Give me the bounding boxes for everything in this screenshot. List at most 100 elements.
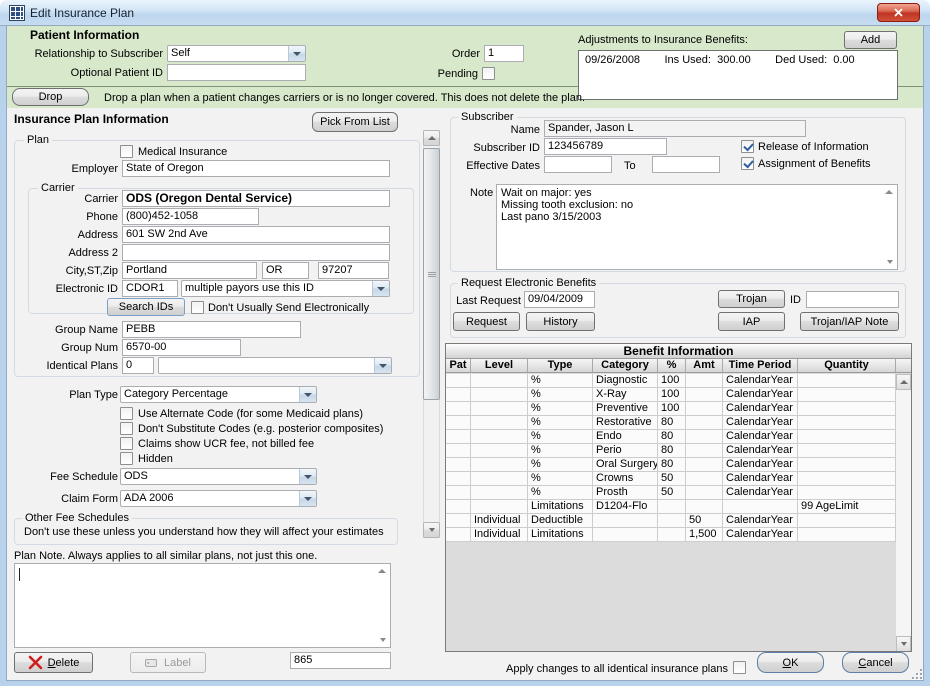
alternate-code-checkbox[interactable] (120, 407, 133, 420)
ucr-fee-checkbox[interactable] (120, 437, 133, 450)
benefit-column-header[interactable]: Level (471, 359, 528, 372)
iap-button[interactable]: IAP (718, 312, 785, 331)
cancel-button[interactable]: Cancel (842, 652, 909, 673)
plan-number-field[interactable]: 865 (290, 652, 391, 669)
chevron-down-icon[interactable] (374, 358, 391, 373)
effective-to-input[interactable] (652, 156, 720, 173)
assignment-of-benefits-checkbox[interactable] (741, 157, 754, 170)
relationship-select[interactable]: Self (167, 45, 306, 62)
group-num-input[interactable]: 6570-00 (122, 339, 241, 356)
chevron-down-icon[interactable] (299, 387, 316, 402)
resize-grip[interactable] (912, 669, 924, 681)
chevron-down-icon[interactable] (372, 281, 389, 296)
optional-patient-id-input[interactable] (167, 64, 306, 81)
history-button[interactable]: History (526, 312, 595, 331)
benefit-row[interactable]: IndividualDeductible50CalendarYear (446, 514, 896, 528)
close-button[interactable] (877, 3, 920, 22)
city-input[interactable]: Portland (122, 262, 257, 279)
benefit-column-header[interactable]: Pat (446, 359, 471, 372)
identical-plans-select[interactable] (158, 357, 392, 374)
hidden-checkbox[interactable] (120, 452, 133, 465)
apply-identical-plans-checkbox[interactable] (733, 661, 746, 674)
employer-input[interactable]: State of Oregon (122, 160, 390, 177)
chevron-down-icon[interactable] (299, 491, 316, 506)
adjustment-row[interactable]: 09/26/2008 Ins Used: 300.00 Ded Used: 0.… (585, 54, 855, 66)
benefit-column-header[interactable]: Quantity (798, 359, 896, 372)
benefit-column-header[interactable]: Type (528, 359, 593, 372)
plan-type-select[interactable]: Category Percentage (120, 386, 317, 403)
trojan-button[interactable]: Trojan (718, 290, 785, 308)
scrollbar-thumb[interactable] (423, 148, 440, 400)
benefit-column-header[interactable]: Time Period (723, 359, 798, 372)
benefit-column-header[interactable]: Category (593, 359, 658, 372)
medical-insurance-checkbox[interactable] (120, 145, 133, 158)
scroll-down-button[interactable] (423, 522, 440, 538)
scroll-down-button[interactable] (896, 636, 911, 652)
benefit-row[interactable]: %Prosth50CalendarYear (446, 486, 896, 500)
chevron-down-icon[interactable] (288, 46, 305, 61)
label-button[interactable]: Label (130, 652, 206, 673)
release-of-information-checkbox[interactable] (741, 140, 754, 153)
scroll-up-button[interactable] (423, 130, 440, 146)
subscriber-id-input[interactable]: 123456789 (544, 138, 667, 155)
electronic-id-input[interactable]: CDOR1 (122, 280, 178, 297)
delete-button[interactable]: Delete (14, 652, 93, 673)
adjustments-listbox[interactable]: 09/26/2008 Ins Used: 300.00 Ded Used: 0.… (578, 50, 898, 100)
benefit-row[interactable]: %Restorative80CalendarYear (446, 416, 896, 430)
add-adjustment-button[interactable]: Add (844, 31, 897, 49)
phone-input[interactable]: (800)452-1058 (122, 208, 259, 225)
title-bar[interactable]: Edit Insurance Plan (0, 0, 930, 26)
benefit-row[interactable]: %Diagnostic100CalendarYear (446, 374, 896, 388)
address-input[interactable]: 601 SW 2nd Ave (122, 226, 390, 243)
scroll-up-icon[interactable] (378, 569, 386, 573)
benefit-cell (658, 528, 686, 541)
fee-schedule-select[interactable]: ODS (120, 468, 317, 485)
state-input[interactable]: OR (262, 262, 309, 279)
benefit-cell (798, 486, 896, 499)
address2-input[interactable] (122, 244, 390, 261)
benefit-table-scrollbar[interactable] (896, 374, 911, 652)
subscriber-note-textarea[interactable]: Wait on major: yes Missing tooth exclusi… (496, 184, 898, 270)
benefit-column-header[interactable]: % (658, 359, 686, 372)
identical-plans-count[interactable]: 0 (122, 357, 154, 374)
last-request-input[interactable]: 09/04/2009 (524, 291, 595, 308)
benefit-cell: 1,500 (686, 528, 723, 541)
benefit-column-header[interactable]: Amt (686, 359, 723, 372)
benefit-information-table[interactable]: Benefit Information PatLevelTypeCategory… (445, 343, 912, 652)
request-button[interactable]: Request (453, 312, 520, 331)
trojan-id-input[interactable] (806, 291, 899, 308)
effective-from-input[interactable] (544, 156, 612, 173)
carrier-input[interactable]: ODS (Oregon Dental Service) (122, 190, 390, 207)
benefit-row[interactable]: LimitationsD1204-Flo99 AgeLimit (446, 500, 896, 514)
benefit-cell (446, 500, 471, 513)
scroll-up-icon[interactable] (885, 190, 893, 194)
scroll-up-button[interactable] (896, 374, 911, 390)
plan-note-textarea[interactable] (14, 563, 391, 648)
pending-checkbox[interactable] (482, 67, 495, 80)
benefit-row[interactable]: %X-Ray100CalendarYear (446, 388, 896, 402)
benefit-row[interactable]: %Preventive100CalendarYear (446, 402, 896, 416)
chevron-down-icon[interactable] (299, 469, 316, 484)
scroll-down-icon[interactable] (887, 260, 893, 264)
group-name-input[interactable]: PEBB (122, 321, 301, 338)
no-substitute-checkbox[interactable] (120, 422, 133, 435)
subscriber-name-field[interactable]: Spander, Jason L (544, 120, 806, 137)
benefit-cell: Limitations (528, 528, 593, 541)
zip-input[interactable]: 97207 (318, 262, 389, 279)
payor-id-select[interactable]: multiple payors use this ID (181, 280, 390, 297)
benefit-row[interactable]: IndividualLimitations1,500CalendarYear (446, 528, 896, 542)
benefit-row[interactable]: %Perio80CalendarYear (446, 444, 896, 458)
benefit-row[interactable]: %Endo80CalendarYear (446, 430, 896, 444)
pick-from-list-button[interactable]: Pick From List (312, 112, 398, 132)
claim-form-select[interactable]: ADA 2006 (120, 490, 317, 507)
drop-button[interactable]: Drop (12, 88, 89, 106)
benefit-row[interactable]: %Oral Surgery80CalendarYear (446, 458, 896, 472)
dont-send-electronically-checkbox[interactable] (191, 301, 204, 314)
benefit-row[interactable]: %Crowns50CalendarYear (446, 472, 896, 486)
order-input[interactable]: 1 (484, 45, 524, 62)
ok-button[interactable]: OK (757, 652, 824, 673)
trojan-iap-note-button[interactable]: Trojan/IAP Note (800, 312, 899, 331)
search-ids-button[interactable]: Search IDs (107, 298, 185, 316)
carrier-group-label: Carrier (38, 182, 78, 195)
scroll-down-icon[interactable] (380, 638, 386, 642)
